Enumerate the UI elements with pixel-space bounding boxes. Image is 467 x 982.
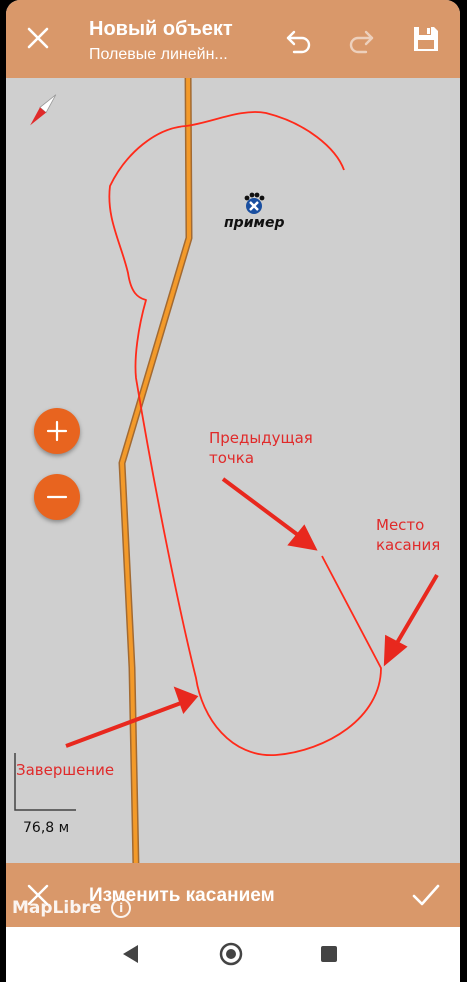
- arrow-touch-point: [383, 573, 439, 667]
- plus-icon: [46, 420, 68, 442]
- undo-icon[interactable]: [284, 24, 314, 54]
- attribution-text: MapLibre: [12, 898, 102, 918]
- map-canvas[interactable]: пример Предыдущая точка Место касания За…: [6, 78, 460, 863]
- zoom-in-button[interactable]: [34, 408, 80, 454]
- app-screen: Новый объект Полевые линейн... пример Пр…: [6, 0, 460, 927]
- annotation-previous-point: Предыдущая точка: [209, 428, 313, 468]
- redo-icon[interactable]: [346, 24, 376, 54]
- annotation-line: Место: [376, 516, 425, 534]
- page-subtitle: Полевые линейн...: [89, 46, 228, 63]
- annotation-line: точка: [209, 449, 255, 467]
- marker-label: пример: [224, 215, 285, 231]
- top-app-bar: Новый объект Полевые линейн...: [6, 0, 460, 78]
- close-icon[interactable]: [24, 24, 52, 52]
- compass-icon[interactable]: [24, 88, 62, 132]
- back-icon[interactable]: [116, 939, 146, 969]
- minus-icon: [46, 495, 68, 499]
- maplibre-logo[interactable]: MapLibre i: [12, 898, 132, 918]
- arrow-previous-point: [221, 477, 318, 551]
- scale-label: 76,8 м: [23, 820, 70, 836]
- system-nav-bar: [6, 927, 460, 982]
- map-drawing: [14, 78, 439, 863]
- zoom-out-button[interactable]: [34, 474, 80, 520]
- home-icon[interactable]: [216, 939, 246, 969]
- paw-marker-icon[interactable]: [242, 192, 266, 216]
- annotation-touch-point: Место касания: [376, 515, 440, 555]
- info-icon[interactable]: i: [111, 898, 132, 918]
- annotation-line: касания: [376, 536, 441, 554]
- save-icon[interactable]: [411, 24, 441, 54]
- page-title: Новый объект: [89, 18, 233, 40]
- recents-icon[interactable]: [314, 939, 344, 969]
- annotation-finish: Завершение: [16, 761, 115, 779]
- annotation-line: Предыдущая: [209, 429, 313, 447]
- check-icon[interactable]: [411, 881, 441, 909]
